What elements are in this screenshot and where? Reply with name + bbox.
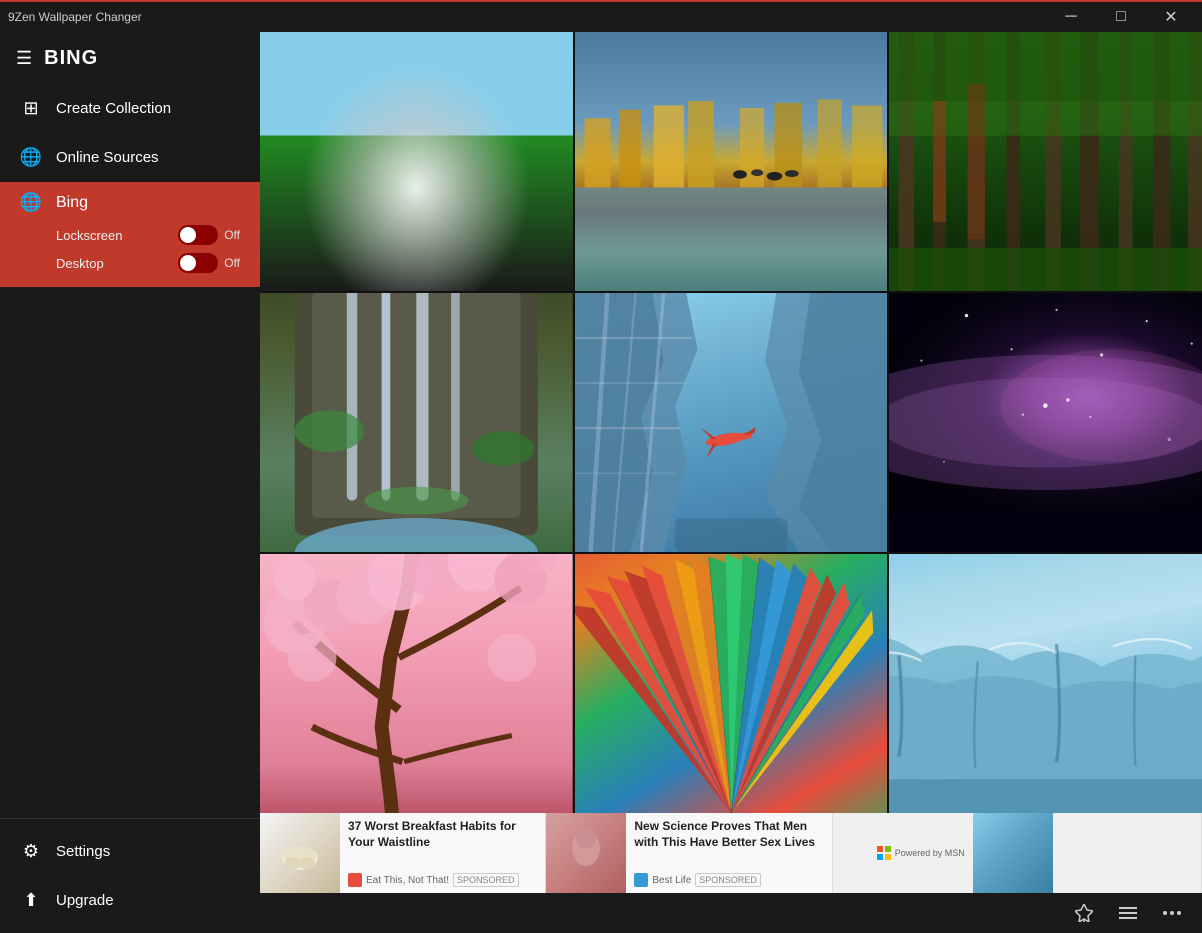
ad-bar: 37 Worst Breakfast Habits for Your Waist… xyxy=(260,813,1202,893)
upgrade-icon: ⬆ xyxy=(20,890,42,911)
ad-item-2[interactable]: New Science Proves That Men with This Ha… xyxy=(546,813,832,893)
image-grid xyxy=(260,32,1202,813)
lockscreen-label: Lockscreen xyxy=(56,228,122,243)
image-pelican[interactable] xyxy=(260,32,573,291)
bing-source-item: 🌐 Bing Lockscreen Off Desktop Off xyxy=(0,182,260,287)
minimize-button[interactable]: ─ xyxy=(1048,1,1094,33)
desktop-toggle-group: Off xyxy=(178,253,240,273)
desktop-status: Off xyxy=(224,256,240,270)
desktop-label: Desktop xyxy=(56,256,104,271)
lockscreen-toggle[interactable] xyxy=(178,225,218,245)
image-forest[interactable] xyxy=(889,32,1202,291)
ad-content-2: New Science Proves That Men with This Ha… xyxy=(626,813,831,893)
settings-icon: ⚙ xyxy=(20,841,42,862)
ad-image-1 xyxy=(260,813,340,893)
ad-source-2: Best Life SPONSORED xyxy=(634,873,823,887)
sidebar-header: ☰ BING xyxy=(0,32,260,84)
bottom-toolbar xyxy=(260,893,1202,933)
upgrade-label: Upgrade xyxy=(56,892,114,909)
app-name: 9Zen Wallpaper Changer xyxy=(8,10,142,24)
image-waterfall[interactable] xyxy=(260,293,573,552)
lockscreen-row: Lockscreen Off xyxy=(20,221,240,249)
main-content: 37 Worst Breakfast Habits for Your Waist… xyxy=(260,32,1202,933)
create-collection-label: Create Collection xyxy=(56,100,171,117)
image-cherry-blossom[interactable] xyxy=(260,554,573,813)
bing-icon: 🌐 xyxy=(20,192,42,213)
ad-title-2: New Science Proves That Men with This Ha… xyxy=(634,819,823,850)
pin-button[interactable] xyxy=(1066,897,1102,929)
image-galaxy[interactable] xyxy=(889,293,1202,552)
bing-header: 🌐 Bing xyxy=(20,192,240,213)
ad-content-1: 37 Worst Breakfast Habits for Your Waist… xyxy=(340,813,545,893)
sidebar: ☰ BING ⊞ Create Collection 🌐 Online Sour… xyxy=(0,32,260,933)
titlebar: 9Zen Wallpaper Changer ─ □ ✕ xyxy=(0,0,1202,32)
ad-sponsored-1: SPONSORED xyxy=(453,873,519,887)
settings-label: Settings xyxy=(56,843,110,860)
online-sources-icon: 🌐 xyxy=(20,147,42,168)
titlebar-left: 9Zen Wallpaper Changer xyxy=(8,10,142,24)
titlebar-controls: ─ □ ✕ xyxy=(1048,1,1194,33)
lockscreen-toggle-group: Off xyxy=(178,225,240,245)
hamburger-icon[interactable]: ☰ xyxy=(16,48,32,69)
desktop-row: Desktop Off xyxy=(20,249,240,277)
sidebar-nav: ⊞ Create Collection 🌐 Online Sources 🌐 B… xyxy=(0,84,260,818)
ad-image-2 xyxy=(546,813,626,893)
image-blue-canyon[interactable] xyxy=(575,293,888,552)
ad-title-1: 37 Worst Breakfast Habits for Your Waist… xyxy=(348,819,537,850)
online-sources-label: Online Sources xyxy=(56,149,159,166)
image-autumn-river[interactable] xyxy=(575,32,888,291)
create-collection-icon: ⊞ xyxy=(20,98,42,119)
list-view-button[interactable] xyxy=(1110,897,1146,929)
ad-msn-tag: Powered by MSN xyxy=(833,813,973,893)
sidebar-bottom: ⚙ Settings ⬆ Upgrade xyxy=(0,818,260,933)
image-feathers[interactable] xyxy=(575,554,888,813)
sidebar-item-online-sources[interactable]: 🌐 Online Sources xyxy=(0,133,260,182)
sidebar-item-create-collection[interactable]: ⊞ Create Collection xyxy=(0,84,260,133)
ad-item-1[interactable]: 37 Worst Breakfast Habits for Your Waist… xyxy=(260,813,546,893)
sidebar-item-settings[interactable]: ⚙ Settings xyxy=(0,827,260,876)
app-body: ☰ BING ⊞ Create Collection 🌐 Online Sour… xyxy=(0,32,1202,933)
ad-image-3 xyxy=(973,813,1053,893)
ad-item-3[interactable] xyxy=(973,813,1202,893)
ad-source-name-2: Best Life xyxy=(652,875,691,886)
sidebar-item-upgrade[interactable]: ⬆ Upgrade xyxy=(0,876,260,925)
bing-title: Bing xyxy=(56,194,88,212)
ad-source-dot-1 xyxy=(348,873,362,887)
image-glacier[interactable] xyxy=(889,554,1202,813)
ad-source-name-1: Eat This, Not That! xyxy=(366,875,449,886)
more-options-button[interactable] xyxy=(1154,897,1190,929)
lockscreen-status: Off xyxy=(224,228,240,242)
ad-sponsored-2: SPONSORED xyxy=(695,873,761,887)
maximize-button[interactable]: □ xyxy=(1098,1,1144,33)
ad-source-1: Eat This, Not That! SPONSORED xyxy=(348,873,537,887)
desktop-toggle[interactable] xyxy=(178,253,218,273)
ad-source-dot-2 xyxy=(634,873,648,887)
close-button[interactable]: ✕ xyxy=(1148,1,1194,33)
app-title: BING xyxy=(44,47,98,70)
